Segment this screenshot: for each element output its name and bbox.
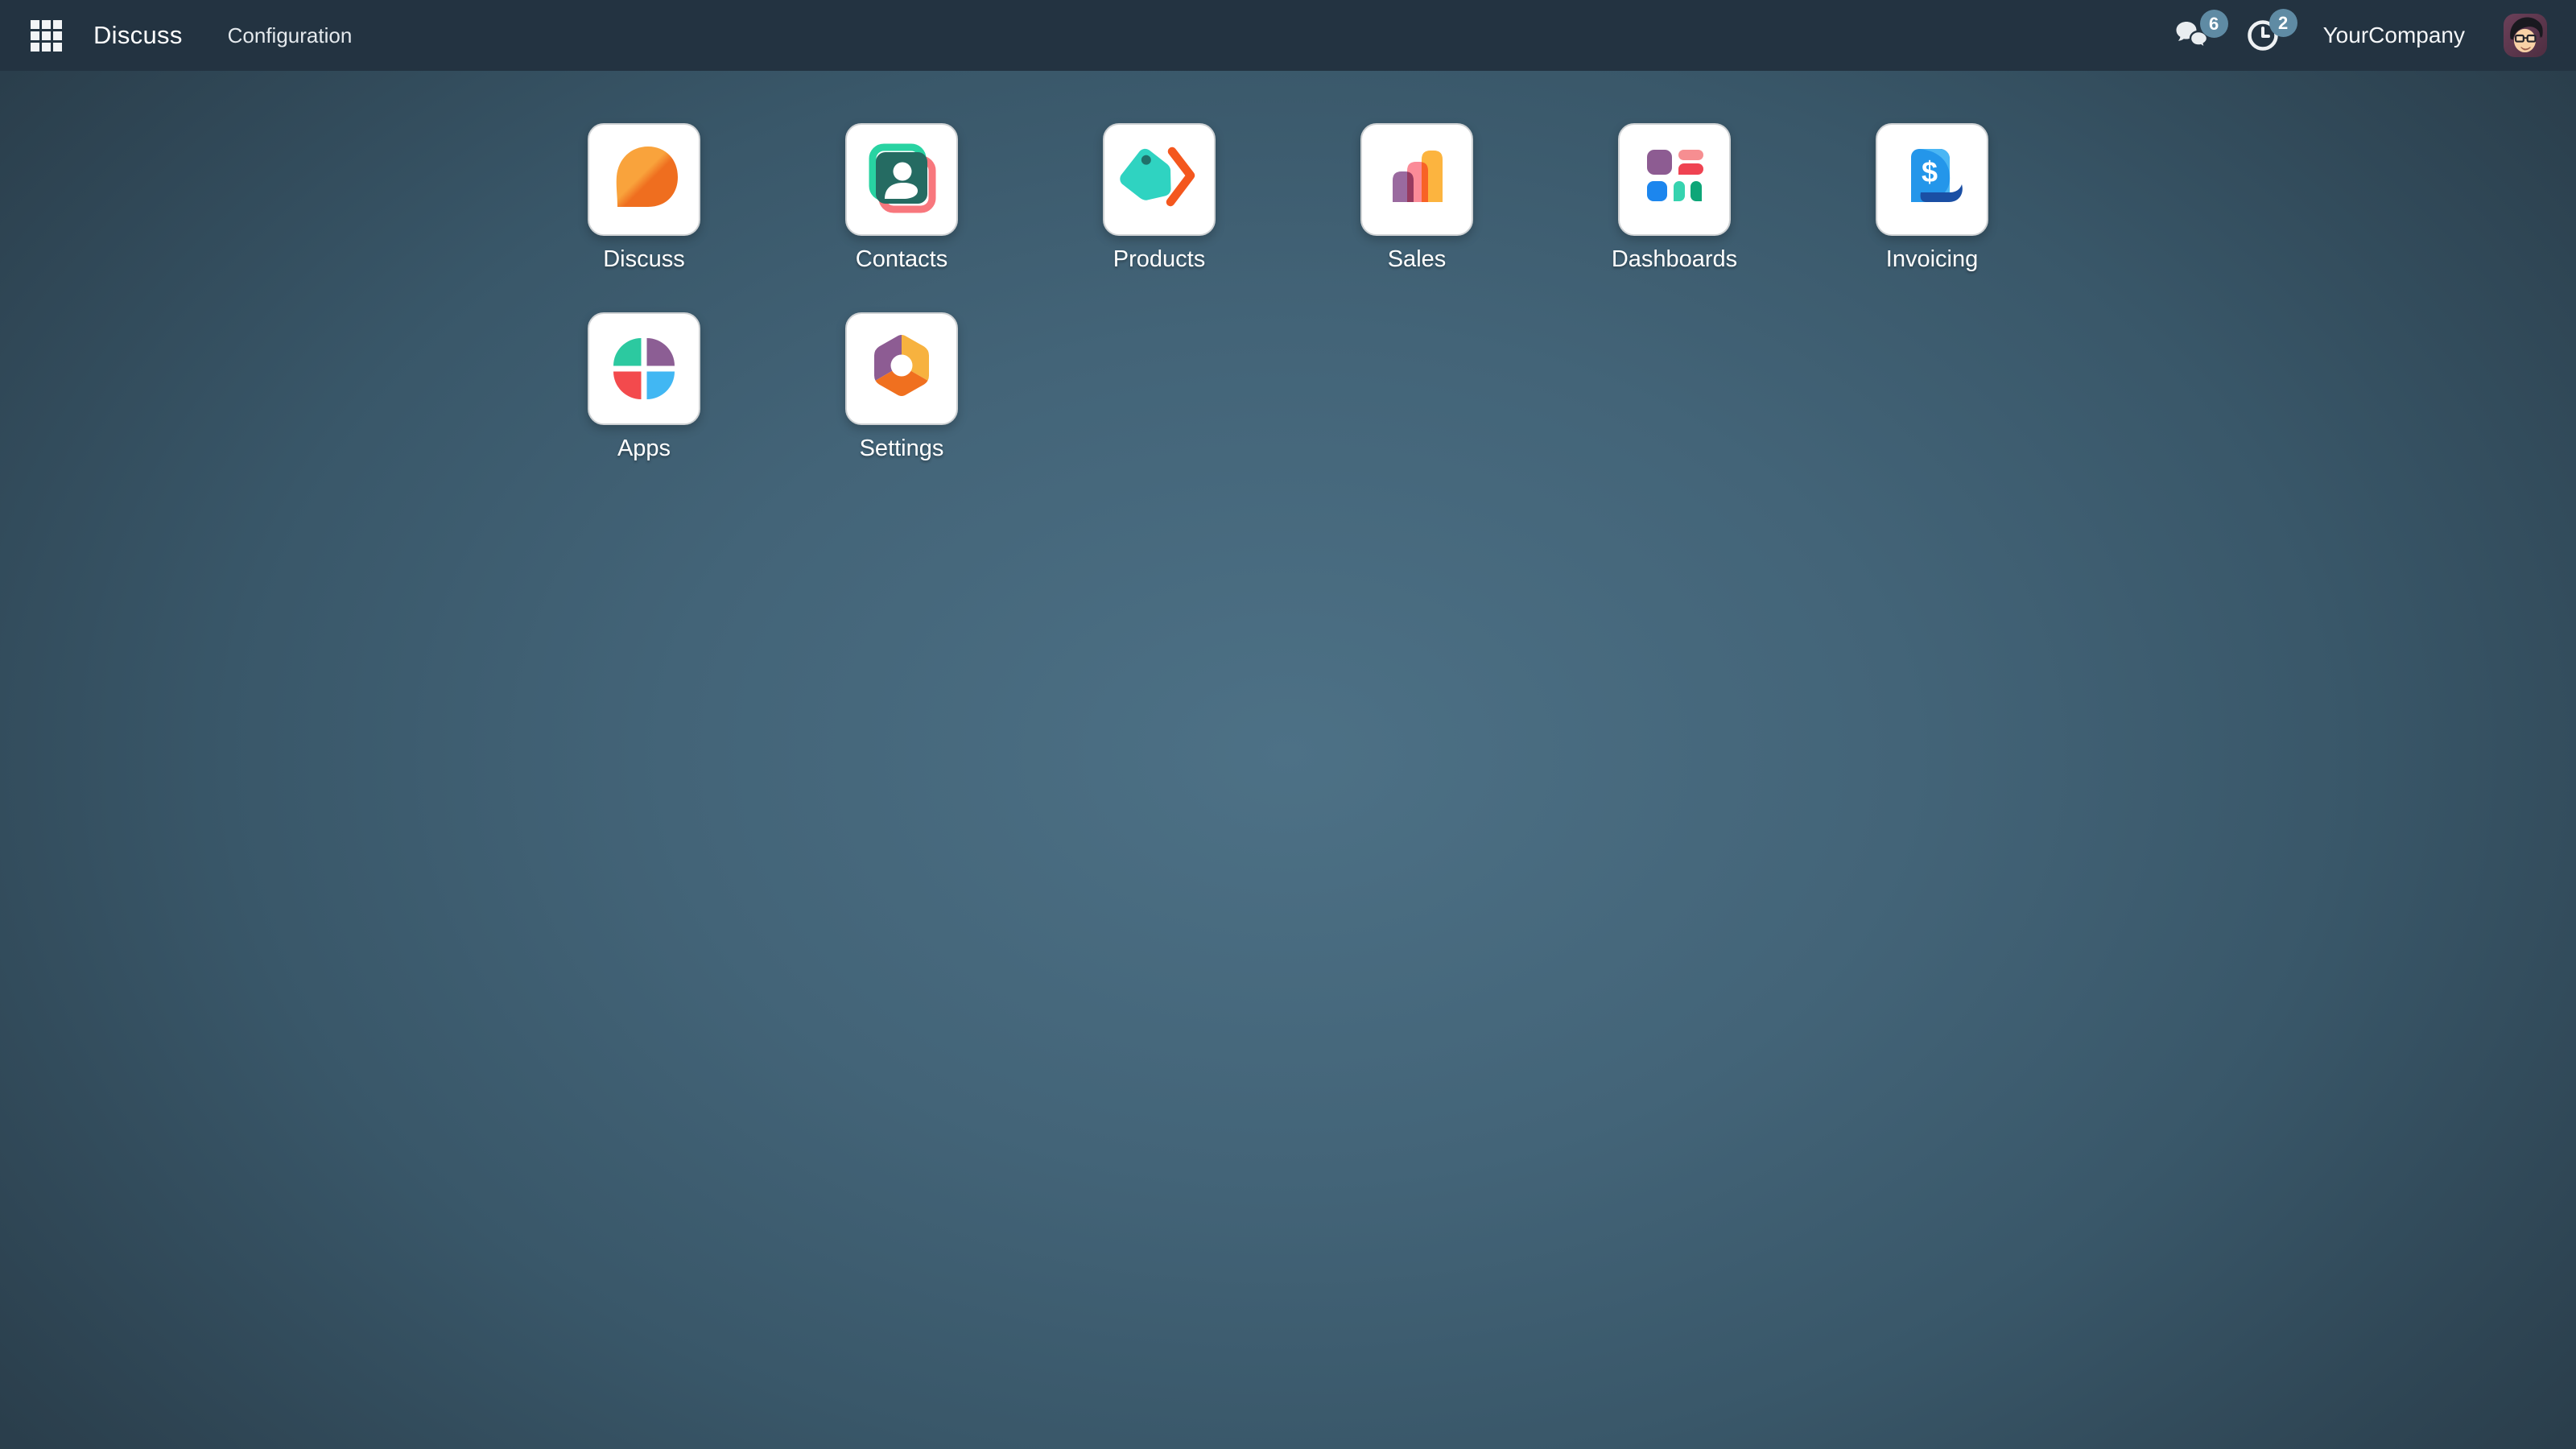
activities-button[interactable]: 2 — [2246, 19, 2280, 52]
app-label: Settings — [860, 436, 944, 462]
svg-text:$: $ — [1922, 155, 1938, 188]
systray: 6 2 YourCompany — [2175, 14, 2547, 57]
menu-configuration[interactable]: Configuration — [213, 15, 367, 56]
avatar-image — [2504, 14, 2547, 57]
app-label: Sales — [1388, 246, 1447, 273]
products-icon — [1119, 139, 1199, 220]
company-switcher[interactable]: YourCompany — [2323, 23, 2465, 48]
app-shortcut-contacts[interactable]: Contacts — [845, 123, 958, 312]
app-shortcut-products[interactable]: Products — [1103, 123, 1216, 312]
activities-count-badge: 2 — [2269, 9, 2297, 37]
app-label: Invoicing — [1886, 246, 1978, 273]
app-shortcut-settings[interactable]: Settings — [845, 312, 958, 502]
app-label: Contacts — [856, 246, 947, 273]
app-shortcut-sales[interactable]: Sales — [1360, 123, 1473, 312]
app-shortcut-discuss[interactable]: Discuss — [588, 123, 700, 312]
home-menu: Discuss Contacts Products Sales Dashboar… — [0, 123, 2576, 502]
apps-menu-toggle-button[interactable] — [18, 7, 74, 64]
app-label: Products — [1113, 246, 1205, 273]
messages-count-badge: 6 — [2200, 10, 2228, 38]
apps-grid: Discuss Contacts Products Sales Dashboar… — [515, 123, 2061, 502]
app-tile — [588, 123, 700, 236]
app-tile — [1618, 123, 1731, 236]
settings-icon — [861, 328, 942, 409]
app-shortcut-dashboards[interactable]: Dashboards — [1612, 123, 1737, 312]
app-label: Dashboards — [1612, 246, 1737, 273]
app-tile — [845, 123, 958, 236]
discuss-icon — [604, 139, 684, 220]
app-label: Apps — [617, 436, 671, 462]
top-navbar: Discuss Configuration 6 2 YourCompany — [0, 0, 2576, 71]
apps-icon — [604, 328, 684, 409]
app-menubar: Configuration — [213, 15, 367, 56]
app-label: Discuss — [603, 246, 685, 273]
app-tile — [1360, 123, 1473, 236]
contacts-icon — [861, 139, 942, 220]
sales-icon — [1377, 139, 1457, 220]
user-avatar[interactable] — [2504, 14, 2547, 57]
apps-grid-icon — [31, 20, 62, 52]
current-app-menu[interactable]: Discuss — [85, 21, 191, 50]
messages-button[interactable]: 6 — [2175, 19, 2211, 52]
app-tile — [1103, 123, 1216, 236]
app-tile — [588, 312, 700, 425]
app-tile — [845, 312, 958, 425]
dashboards-icon — [1634, 139, 1715, 220]
app-tile: $ — [1876, 123, 1988, 236]
app-shortcut-apps[interactable]: Apps — [588, 312, 700, 502]
invoicing-icon: $ — [1892, 139, 1972, 220]
app-shortcut-invoicing[interactable]: $ Invoicing — [1876, 123, 1988, 312]
